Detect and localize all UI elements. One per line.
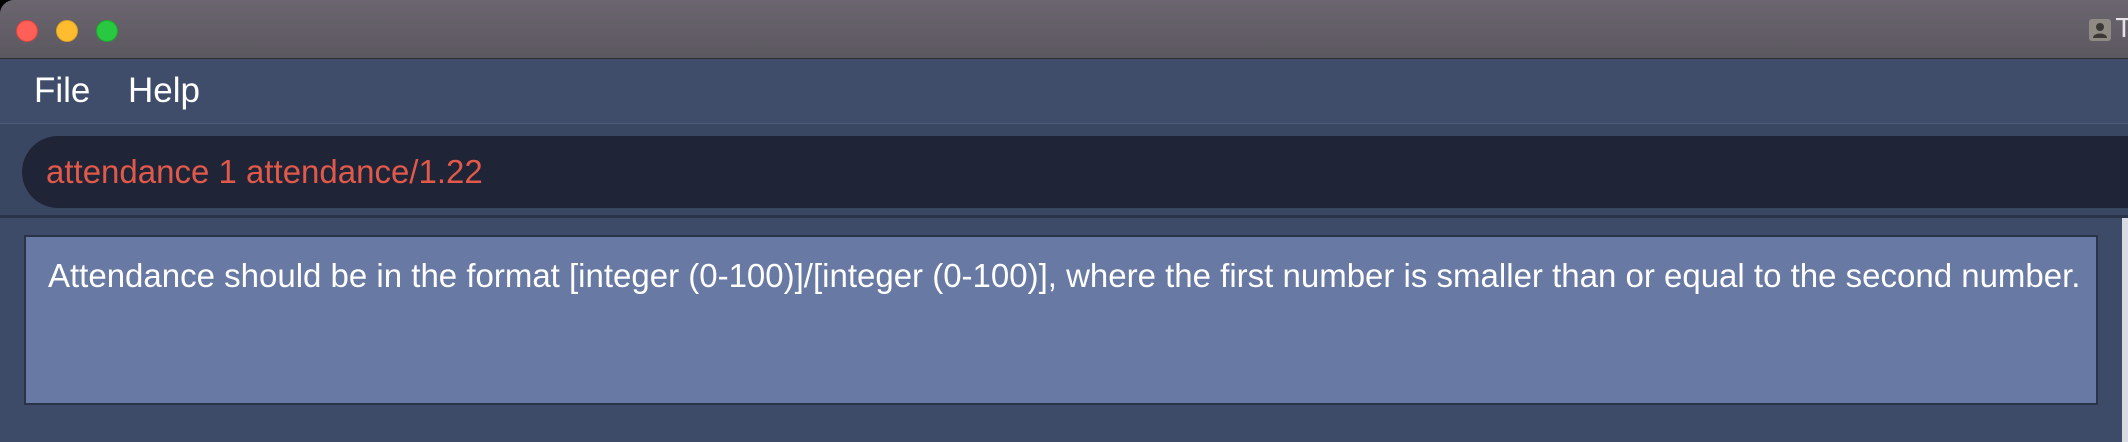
- command-input[interactable]: attendance 1 attendance/1.22: [22, 136, 2128, 208]
- minimize-window-button[interactable]: [56, 20, 78, 42]
- window-title-fragment: T: [2116, 14, 2128, 42]
- person-icon: [2089, 19, 2111, 41]
- title-bar[interactable]: T: [0, 0, 2128, 59]
- menu-file[interactable]: File: [34, 71, 90, 111]
- result-message: Attendance should be in the format [inte…: [48, 257, 2081, 294]
- menu-bar: File Help: [0, 59, 2128, 124]
- result-pane: Attendance should be in the format [inte…: [0, 218, 2128, 442]
- app-window: T File Help attendance 1 attendance/1.22…: [0, 0, 2128, 442]
- menu-help[interactable]: Help: [128, 71, 200, 111]
- maximize-window-button[interactable]: [96, 20, 118, 42]
- result-display: Attendance should be in the format [inte…: [24, 235, 2098, 405]
- close-window-button[interactable]: [16, 20, 38, 42]
- scrollbar-edge: [2122, 218, 2128, 442]
- command-input-text[interactable]: attendance 1 attendance/1.22: [46, 153, 483, 191]
- command-pane: attendance 1 attendance/1.22: [0, 124, 2128, 218]
